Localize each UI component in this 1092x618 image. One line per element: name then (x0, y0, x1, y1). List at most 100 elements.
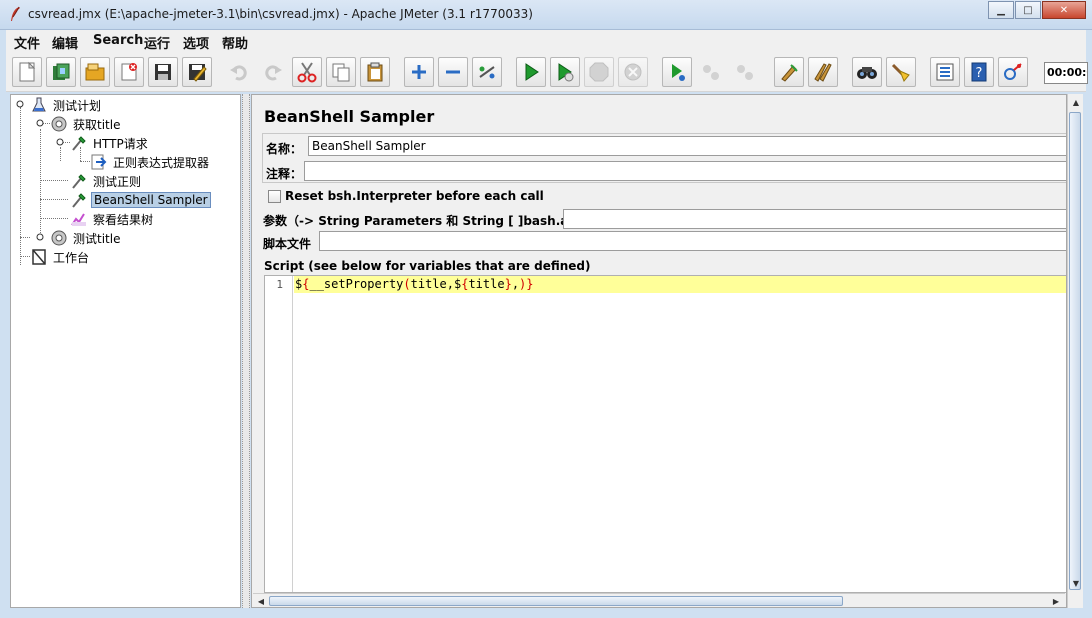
undo-button[interactable] (224, 57, 254, 87)
stop-button[interactable] (584, 57, 614, 87)
vertical-scroll-thumb[interactable] (1069, 112, 1081, 590)
thread-group-icon (51, 116, 67, 132)
script-label: Script (see below for variables that are… (264, 259, 591, 273)
templates-button[interactable] (46, 57, 76, 87)
tree-node-test-plan[interactable]: 测试计划 (30, 96, 103, 114)
comment-label: 注释： (266, 167, 303, 181)
maximize-icon: □ (1023, 4, 1033, 16)
scroll-down-icon[interactable]: ▼ (1069, 576, 1083, 590)
workbench-icon (32, 249, 46, 265)
menu-help[interactable]: 帮助 (222, 33, 248, 52)
reset-interpreter-checkbox[interactable] (268, 190, 281, 203)
menu-options[interactable]: 选项 (183, 33, 209, 52)
open-button[interactable] (80, 57, 110, 87)
sampler-icon (72, 174, 86, 189)
menu-search[interactable]: Search (93, 33, 143, 48)
shutdown-icon (624, 63, 642, 81)
jmeter-feather-icon (11, 6, 20, 21)
tree-node-regex-extractor[interactable]: 正则表达式提取器 (90, 153, 211, 171)
remote-stop-button[interactable] (696, 57, 726, 87)
function-helper-icon (936, 63, 954, 81)
scroll-right-icon[interactable]: ▶ (1049, 594, 1063, 608)
tree-toggle-icon[interactable] (36, 233, 44, 241)
toolbar: ? 00:00:00 (6, 52, 1088, 92)
thread-group-icon (51, 230, 67, 246)
menu-bar: 文件 编辑 Search 运行 选项 帮助 (6, 30, 1086, 52)
remote-stop-icon (703, 65, 719, 80)
remote-start-button[interactable] (662, 57, 692, 87)
script-editor[interactable]: 1 ${__setProperty(title,${title},)} (264, 275, 1066, 593)
start-no-pauses-button[interactable] (550, 57, 580, 87)
script-file-label: 脚本文件 (263, 237, 312, 251)
search-button[interactable] (852, 57, 882, 87)
paste-button[interactable] (360, 57, 390, 87)
sampler-icon (72, 136, 86, 151)
menu-edit[interactable]: 编辑 (52, 33, 78, 52)
start-icon (525, 63, 539, 81)
paste-icon (367, 62, 383, 82)
tree-node-http-request[interactable]: HTTP请求 (70, 134, 150, 152)
tree-node-view-results-tree[interactable]: 察看结果树 (70, 210, 155, 228)
script-code-line[interactable]: ${__setProperty(title,${title},)} (295, 277, 534, 291)
minimize-icon: ▁ (997, 4, 1005, 16)
new-icon (19, 61, 36, 82)
templates-icon (53, 63, 70, 80)
remote-start-all-button[interactable] (998, 57, 1028, 87)
collapse-all-button[interactable] (438, 57, 468, 87)
clear-button[interactable] (774, 57, 804, 87)
new-button[interactable] (12, 57, 42, 87)
shutdown-button[interactable] (618, 57, 648, 87)
redo-button[interactable] (258, 57, 288, 87)
start-button[interactable] (516, 57, 546, 87)
tree-toggle-icon[interactable] (56, 138, 64, 146)
scroll-left-icon[interactable]: ◀ (254, 594, 268, 608)
tree-node-thread-group[interactable]: 获取title (50, 115, 122, 133)
name-field[interactable]: BeanShell Sampler (308, 136, 1066, 156)
minimize-button[interactable]: ▁ (988, 1, 1014, 19)
maximize-button[interactable]: □ (1015, 1, 1041, 19)
pane-splitter[interactable] (242, 94, 250, 608)
parameters-field[interactable] (563, 209, 1066, 229)
horizontal-scroll-thumb[interactable] (269, 596, 843, 606)
tree-node-workbench[interactable]: 工作台 (30, 248, 91, 266)
clear-all-icon (814, 63, 832, 82)
vertical-scrollbar[interactable]: ▲ ▼ (1067, 94, 1083, 608)
post-processor-icon (91, 154, 107, 170)
start-no-pause-icon (558, 63, 574, 82)
reset-search-button[interactable] (886, 57, 916, 87)
stop-icon (589, 62, 609, 82)
save-as-button[interactable] (182, 57, 212, 87)
svg-text:?: ? (976, 66, 983, 81)
tree-toggle-icon[interactable] (36, 119, 44, 127)
window-title: csvread.jmx (E:\apache-jmeter-3.1\bin\cs… (28, 7, 533, 21)
tree-node-test-regex[interactable]: 测试正则 (70, 172, 143, 190)
title-bar: csvread.jmx (E:\apache-jmeter-3.1\bin\cs… (0, 0, 1092, 30)
save-button[interactable] (148, 57, 178, 87)
close-window-button[interactable]: ✕ (1042, 1, 1086, 19)
comment-field[interactable] (304, 161, 1066, 181)
help-button[interactable]: ? (964, 57, 994, 87)
toggle-button[interactable] (472, 57, 502, 87)
expand-all-button[interactable] (404, 57, 434, 87)
horizontal-scrollbar[interactable]: ◀ ▶ (253, 593, 1065, 607)
tree-node-beanshell-sampler[interactable]: BeanShell Sampler (70, 191, 211, 209)
undo-icon (230, 65, 247, 81)
scroll-up-icon[interactable]: ▲ (1069, 95, 1083, 109)
copy-button[interactable] (326, 57, 356, 87)
help-icon: ? (971, 62, 987, 82)
clear-all-button[interactable] (808, 57, 838, 87)
remote-start-icon (672, 64, 685, 81)
close-file-button[interactable] (114, 57, 144, 87)
tree-toggle-icon[interactable] (16, 100, 24, 108)
test-plan-icon (32, 97, 46, 112)
script-file-field[interactable] (319, 231, 1066, 251)
parameters-label: 参数（-> String Parameters 和 String [ ]bash… (263, 214, 603, 228)
menu-file[interactable]: 文件 (14, 33, 40, 52)
tree-node-test-title[interactable]: 测试title (50, 229, 122, 247)
cut-button[interactable] (292, 57, 322, 87)
test-plan-tree[interactable]: 测试计划 获取title HTTP请求 正则表达式提取器 测试正则 BeanSh… (10, 94, 241, 608)
menu-run[interactable]: 运行 (144, 33, 170, 52)
close-icon (121, 63, 137, 81)
function-helper-button[interactable] (930, 57, 960, 87)
remote-shutdown-button[interactable] (730, 57, 760, 87)
